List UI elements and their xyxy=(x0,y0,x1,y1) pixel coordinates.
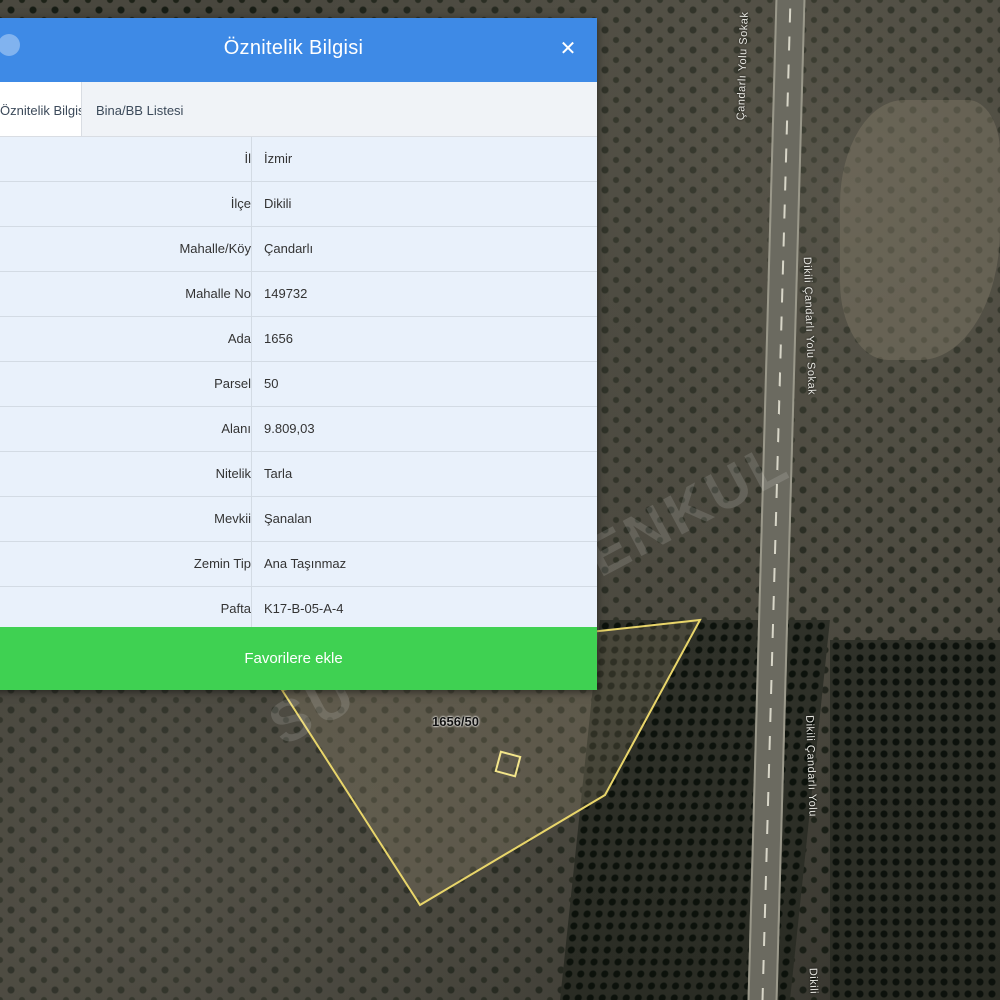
table-row: Pafta K17-B-05-A-4 xyxy=(0,587,597,632)
row-key: Mevkii xyxy=(214,511,251,526)
row-value: 9.809,03 xyxy=(264,421,315,436)
row-key: Mahalle No xyxy=(185,286,251,301)
row-value: Ana Taşınmaz xyxy=(264,556,347,571)
table-row: Mevkii Şanalan xyxy=(0,497,597,542)
dialog-header[interactable]: Öznitelik Bilgisi ✕ xyxy=(0,18,597,82)
row-value: 50 xyxy=(264,376,279,391)
table-row: İl İzmir xyxy=(0,137,597,182)
row-key: Ada xyxy=(227,331,251,346)
row-key: İlçe xyxy=(230,196,251,211)
row-value: Şanalan xyxy=(264,511,312,526)
row-key: Nitelik xyxy=(215,466,251,481)
row-key: İl xyxy=(244,151,252,166)
dialog-tabs: Öznitelik Bilgisi Bina/BB Listesi xyxy=(0,82,597,137)
add-to-favorites-button[interactable]: Favorilere ekle xyxy=(0,627,597,690)
row-value: İzmir xyxy=(264,151,293,166)
table-row: İlçe Dikili xyxy=(0,182,597,227)
table-row: Alanı 9.809,03 xyxy=(0,407,597,452)
row-value: Tarla xyxy=(264,466,293,481)
row-key: Zemin Tip xyxy=(193,556,251,571)
table-row: Nitelik Tarla xyxy=(0,452,597,497)
row-value: 1656 xyxy=(264,331,293,346)
attribute-dialog: Öznitelik Bilgisi ✕ Öznitelik Bilgisi Bi… xyxy=(0,18,597,690)
row-value: Çandarlı xyxy=(264,241,314,256)
table-row: Parsel 50 xyxy=(0,362,597,407)
row-value: Dikili xyxy=(264,196,292,211)
row-key: Parsel xyxy=(214,376,251,391)
close-icon[interactable]: ✕ xyxy=(555,36,581,62)
table-row: Ada 1656 xyxy=(0,317,597,362)
row-key: Pafta xyxy=(220,601,251,616)
row-value: 149732 xyxy=(264,286,308,301)
row-value: K17-B-05-A-4 xyxy=(264,601,344,616)
tab-attribute-info[interactable]: Öznitelik Bilgisi xyxy=(0,82,82,136)
table-row: Mahalle No 149732 xyxy=(0,272,597,317)
dialog-title: Öznitelik Bilgisi xyxy=(223,37,364,59)
row-key: Alanı xyxy=(221,421,251,436)
table-row: Mahalle/Köy Çandarlı xyxy=(0,227,597,272)
attribute-table: İl İzmir İlçe Dikili Mahalle/Köy Çandarl… xyxy=(0,137,597,632)
table-row: Zemin Tip Ana Taşınmaz xyxy=(0,542,597,587)
row-key: Mahalle/Köy xyxy=(179,241,251,256)
tab-building-list[interactable]: Bina/BB Listesi xyxy=(86,82,193,136)
parcel-label: 1656/50 xyxy=(432,714,479,729)
